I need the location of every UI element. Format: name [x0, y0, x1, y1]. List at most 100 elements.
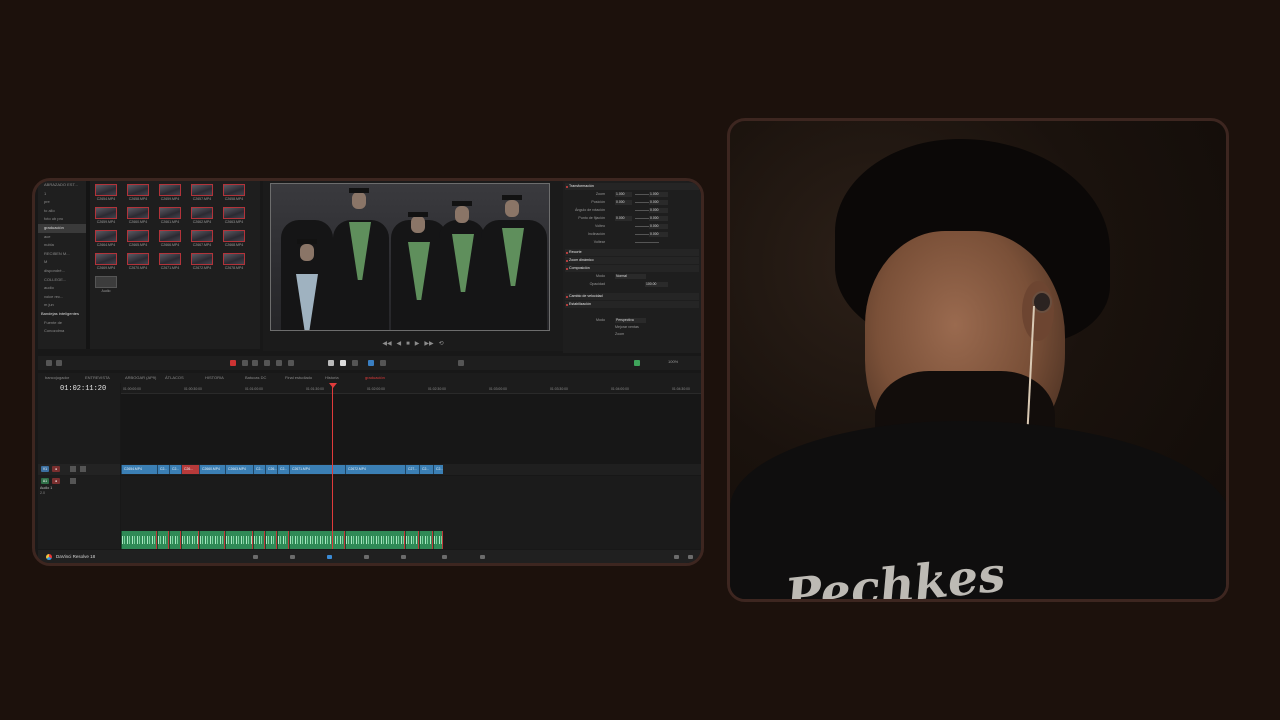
settings-icon[interactable]: [688, 555, 693, 559]
media-pool-clip-thumbnail[interactable]: [127, 207, 149, 219]
fit-icon[interactable]: [288, 360, 294, 366]
param-y-field[interactable]: 0.000: [649, 216, 668, 221]
media-tree-item[interactable]: foto ub pro: [38, 215, 86, 224]
media-tree-item[interactable]: COLLEGE...: [38, 276, 86, 285]
record-icon[interactable]: [230, 360, 236, 366]
inspector-section[interactable]: Zoom dinámico: [563, 257, 701, 264]
media-tree-item[interactable]: voice rec...: [38, 293, 86, 302]
layout-icon[interactable]: [46, 360, 52, 366]
fusion-page-icon[interactable]: [364, 555, 369, 559]
marker-icon[interactable]: [380, 360, 386, 366]
video-clip[interactable]: C2...: [157, 465, 169, 474]
inspector-section[interactable]: Composición: [563, 265, 701, 272]
media-pool-clip-thumbnail[interactable]: [95, 276, 117, 288]
video-clip[interactable]: C2672.MP4: [345, 465, 405, 474]
color-page-icon[interactable]: [401, 555, 406, 559]
media-pool-clip-thumbnail[interactable]: [95, 230, 117, 242]
media-pool-clip-thumbnail[interactable]: [191, 184, 213, 196]
audio-clip[interactable]: [199, 531, 225, 549]
timeline-tab[interactable]: ENTREVISTA: [82, 373, 113, 383]
composite-mode-field[interactable]: Normal: [615, 274, 646, 279]
media-tree-item[interactable]: audio: [38, 284, 86, 293]
timeline-tab[interactable]: graduación: [362, 373, 388, 383]
media-pool-clip-thumbnail[interactable]: [223, 230, 245, 242]
media-tree-item[interactable]: Conozolma: [38, 327, 86, 336]
mute-icon[interactable]: [70, 478, 76, 484]
media-pool-clip-thumbnail[interactable]: [127, 230, 149, 242]
video-track-badge[interactable]: V1: [41, 466, 49, 472]
inspector-section[interactable]: Transformación: [563, 183, 701, 190]
media-pool-clip-thumbnail[interactable]: [191, 207, 213, 219]
video-clip[interactable]: C2660.MP4: [199, 465, 225, 474]
param-x-field[interactable]: 0.000: [615, 200, 632, 205]
audio-clip[interactable]: [345, 531, 405, 549]
enable-toggle-icon[interactable]: [566, 267, 568, 270]
param-y-field[interactable]: 0.000: [649, 208, 668, 213]
media-pool-clip-thumbnail[interactable]: [127, 253, 149, 265]
media-pool-clip-thumbnail[interactable]: [191, 253, 213, 265]
timeline-ruler[interactable]: 01:00:00:00 01:00:30:00 01:01:00:00 01:01:3…: [121, 383, 701, 394]
audio-clip[interactable]: [121, 531, 157, 549]
video-clip[interactable]: C26...: [265, 465, 277, 474]
param-x-field[interactable]: 1.000: [615, 192, 632, 197]
media-pool-clip-thumbnail[interactable]: [159, 230, 181, 242]
media-tree-item[interactable]: to allo: [38, 207, 86, 216]
stabilization-option[interactable]: Mejorar ventas: [563, 324, 701, 331]
video-clip[interactable]: C2...: [419, 465, 433, 474]
zoom-icon[interactable]: [458, 360, 464, 366]
video-clip[interactable]: C2671.MP4: [289, 465, 345, 474]
timeline-tab[interactable]: HISTORIA: [202, 373, 227, 383]
video-clip[interactable]: C2663.MP4: [225, 465, 253, 474]
enable-toggle-icon[interactable]: [566, 251, 568, 254]
param-y-field[interactable]: 0.000: [649, 200, 668, 205]
smart-bins-header[interactable]: Bandejas inteligentes: [38, 310, 86, 319]
param-y-field[interactable]: 0.000: [649, 224, 668, 229]
snap-icon[interactable]: [242, 360, 248, 366]
edit-page-icon[interactable]: [327, 555, 332, 559]
enable-toggle-icon[interactable]: [566, 295, 568, 298]
enable-toggle-icon[interactable]: [566, 303, 568, 306]
link-icon[interactable]: [340, 360, 346, 366]
audio-clip[interactable]: [181, 531, 199, 549]
audio-clip[interactable]: [225, 531, 253, 549]
timeline-tab[interactable]: bancojugador: [42, 373, 72, 383]
media-tree-item[interactable]: pre: [38, 198, 86, 207]
video-clip[interactable]: C2...: [169, 465, 181, 474]
param-y-field[interactable]: 1.000: [649, 192, 668, 197]
video-clip[interactable]: C2654.MP4: [121, 465, 157, 474]
flag-icon[interactable]: [368, 360, 374, 366]
audio-track-badge[interactable]: A1: [41, 478, 49, 484]
timeline-tab[interactable]: Final estudiado: [282, 373, 315, 383]
media-pool-clip-thumbnail[interactable]: [159, 207, 181, 219]
lock-icon[interactable]: ●: [52, 466, 60, 472]
lock-icon[interactable]: ●: [52, 478, 60, 484]
param-x-field[interactable]: 0.000: [615, 216, 632, 221]
media-page-icon[interactable]: [253, 555, 258, 559]
fairlight-page-icon[interactable]: [442, 555, 447, 559]
media-tree-item[interactable]: m jun: [38, 301, 86, 310]
video-clip[interactable]: C2...: [277, 465, 289, 474]
media-tree-item[interactable]: 1: [38, 190, 86, 199]
replace-icon[interactable]: [276, 360, 282, 366]
media-tree-item[interactable]: ace: [38, 233, 86, 242]
inspector-section[interactable]: Cambio de velocidad: [563, 293, 701, 300]
audio-clip[interactable]: [419, 531, 433, 549]
media-pool-clip-thumbnail[interactable]: [191, 230, 213, 242]
media-pool-clip-thumbnail[interactable]: [223, 184, 245, 196]
inspector-section[interactable]: Estabilización: [563, 301, 701, 308]
media-pool-clip-thumbnail[interactable]: [95, 207, 117, 219]
param-slider[interactable]: [635, 242, 659, 243]
lock-icon[interactable]: [352, 360, 358, 366]
blade-icon[interactable]: [328, 360, 334, 366]
media-pool-clip-thumbnail[interactable]: [95, 184, 117, 196]
cut-page-icon[interactable]: [290, 555, 295, 559]
playhead[interactable]: [332, 383, 333, 549]
audio-level-icon[interactable]: [634, 360, 640, 366]
overwrite-icon[interactable]: [264, 360, 270, 366]
layout-icon[interactable]: [56, 360, 62, 366]
playhead-handle[interactable]: [329, 383, 337, 388]
media-pool-clip-thumbnail[interactable]: [95, 253, 117, 265]
timeline-tab[interactable]: ÁTLACOS: [162, 373, 187, 383]
monitor-icon[interactable]: [80, 466, 86, 472]
audio-clip[interactable]: [405, 531, 419, 549]
